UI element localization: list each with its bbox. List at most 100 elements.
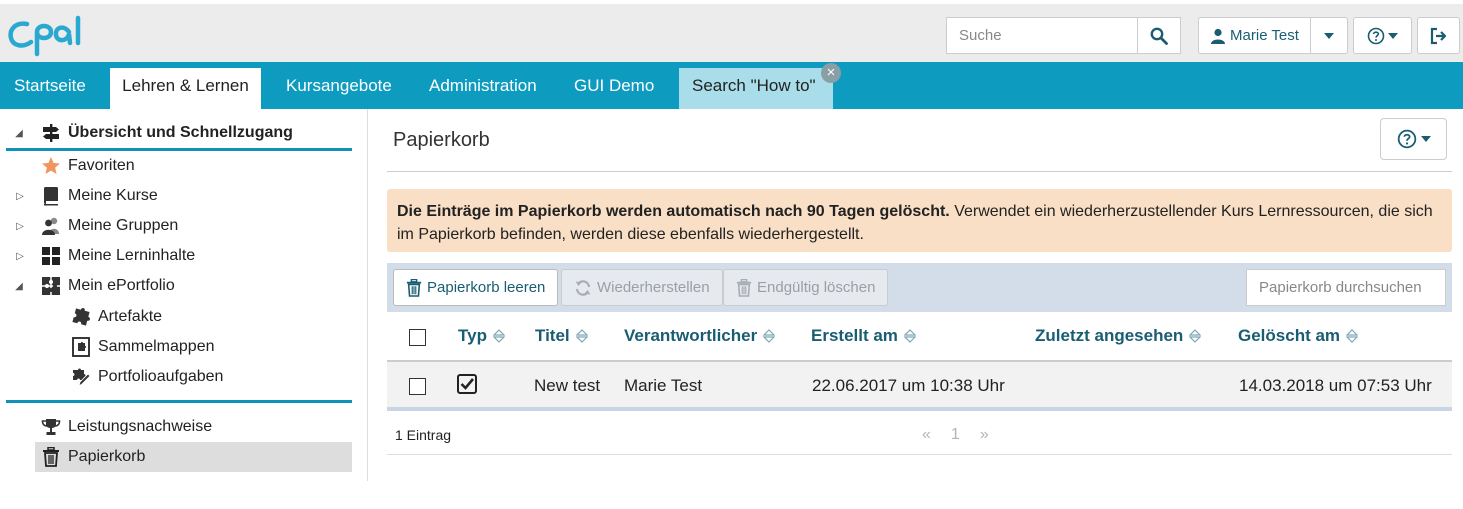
sidebar-item-portfolioaufgaben[interactable]: Portfolioaufgaben	[70, 362, 223, 392]
column-header-zuletzt-angesehen[interactable]: Zuletzt angesehen	[1035, 326, 1202, 346]
user-icon	[1211, 28, 1226, 44]
tab-kursangebote[interactable]: Kursangebote	[272, 68, 406, 109]
empty-trash-button[interactable]: Papierkorb leeren	[393, 269, 559, 306]
restore-label: Wiederherstellen	[597, 279, 710, 296]
restore-button[interactable]: Wiederherstellen	[561, 269, 723, 306]
expand-toggle[interactable]: ▷	[13, 189, 27, 203]
tab-gui-demo[interactable]: GUI Demo	[560, 68, 668, 109]
sidebar-item-meine-kurse[interactable]: Meine Kurse	[40, 181, 158, 211]
column-header-geloescht-am[interactable]: Gelöscht am	[1238, 326, 1359, 346]
cell-owner: Marie Test	[624, 376, 703, 395]
column-label: Zuletzt angesehen	[1035, 326, 1184, 345]
trash-icon	[736, 278, 752, 297]
caret-down-icon	[1324, 32, 1334, 39]
search-input[interactable]	[947, 18, 1138, 53]
sort-icon	[763, 329, 776, 343]
column-label: Titel	[535, 326, 570, 345]
cell-title[interactable]: New test	[534, 376, 600, 396]
sidebar-item-label: Favoriten	[68, 157, 135, 174]
expand-toggle[interactable]: ▷	[13, 249, 27, 263]
select-all-checkbox[interactable]	[409, 329, 426, 346]
table-footer: 1 Eintrag « 1 »	[387, 415, 1452, 455]
column-header-verantwortlicher[interactable]: Verantwortlicher	[624, 326, 776, 346]
sidebar-divider	[6, 400, 352, 403]
sort-icon	[492, 329, 505, 343]
puzzle-grid-icon	[40, 275, 62, 297]
column-label: Erstellt am	[811, 326, 898, 345]
checkbox-course-icon	[457, 374, 477, 399]
sidebar-item-label: Meine Kurse	[68, 187, 158, 204]
delete-permanently-label: Endgültig löschen	[757, 279, 876, 296]
logout-button[interactable]	[1417, 17, 1460, 54]
signpost-icon	[40, 122, 62, 144]
tab-search-how-to[interactable]: Search "How to" ×	[679, 63, 841, 109]
collapse-toggle[interactable]: ◢	[12, 279, 26, 293]
sidebar-section-title: Übersicht und Schnellzugang	[68, 124, 293, 141]
info-alert: Die Einträge im Papierkorb werden automa…	[387, 189, 1452, 252]
main-navigation: Startseite Lehren & Lernen Kursangebote …	[0, 62, 1463, 109]
opal-logo[interactable]	[7, 12, 99, 58]
sidebar-item-leistungsnachweise[interactable]: Leistungsnachweise	[40, 412, 212, 442]
sidebar-item-label: Meine Gruppen	[68, 217, 179, 234]
puzzle-icon	[70, 306, 92, 328]
sidebar-item-label: Mein ePortfolio	[68, 277, 175, 294]
pagination-next[interactable]: »	[980, 426, 989, 444]
sidebar-item-sammelmappen[interactable]: Sammelmappen	[70, 332, 215, 362]
trophy-icon	[40, 416, 62, 438]
caret-down-icon	[1388, 32, 1398, 39]
delete-permanently-button[interactable]: Endgültig löschen	[723, 269, 889, 306]
pagination-prev[interactable]: «	[922, 426, 931, 444]
sidebar-section-overview[interactable]: Übersicht und Schnellzugang	[40, 118, 293, 148]
close-tab-icon[interactable]: ×	[821, 63, 841, 83]
logout-icon	[1430, 27, 1446, 44]
pagination: « 1 »	[922, 426, 989, 444]
sort-icon	[575, 329, 588, 343]
sidebar-item-label: Artefakte	[98, 308, 163, 325]
trash-search-input[interactable]	[1246, 269, 1446, 306]
sidebar-item-meine-gruppen[interactable]: Meine Gruppen	[40, 211, 178, 241]
user-menu-button[interactable]: Marie Test	[1198, 17, 1311, 54]
sidebar-item-label: Papierkorb	[68, 448, 146, 465]
caret-down-icon	[1420, 136, 1431, 142]
binder-icon	[70, 336, 92, 358]
sidebar-item-favoriten[interactable]: Favoriten	[40, 151, 135, 181]
column-label: Verantwortlicher	[624, 326, 758, 345]
pagination-page[interactable]: 1	[951, 426, 960, 444]
grid-icon	[40, 245, 62, 267]
column-label: Gelöscht am	[1238, 326, 1341, 345]
table-toolbar: Papierkorb leeren Wiederherstellen Endgü…	[387, 263, 1452, 312]
tab-startseite[interactable]: Startseite	[0, 68, 100, 109]
collapse-toggle[interactable]: ◢	[12, 126, 26, 140]
page-title: Papierkorb	[393, 129, 490, 151]
column-header-titel[interactable]: Titel	[535, 326, 588, 346]
search-icon	[1150, 27, 1168, 45]
sidebar-item-label: Meine Lerninhalte	[68, 247, 196, 264]
trash-icon	[406, 278, 422, 297]
sidebar-item-mein-eportfolio[interactable]: Mein ePortfolio	[40, 271, 175, 301]
search-button[interactable]	[1138, 18, 1180, 53]
sidebar: ◢ Übersicht und Schnellzugang Favoriten …	[0, 109, 368, 481]
help-menu-button[interactable]	[1353, 17, 1412, 54]
sidebar-item-papierkorb[interactable]: Papierkorb	[35, 442, 352, 472]
column-header-typ[interactable]: Typ	[458, 326, 505, 346]
sort-icon	[1189, 329, 1202, 343]
sidebar-item-label: Sammelmappen	[98, 338, 215, 355]
global-search	[946, 17, 1181, 54]
refresh-icon	[574, 279, 592, 297]
sort-icon	[903, 329, 916, 343]
row-select-checkbox[interactable]	[409, 378, 426, 395]
sidebar-item-meine-lerninhalte[interactable]: Meine Lerninhalte	[40, 241, 195, 271]
tab-lehren-lernen[interactable]: Lehren & Lernen	[110, 68, 261, 109]
book-icon	[40, 185, 62, 207]
sidebar-item-label: Leistungsnachweise	[68, 418, 213, 435]
column-label: Typ	[458, 326, 487, 345]
help-icon	[1397, 129, 1416, 149]
entry-count: 1 Eintrag	[395, 427, 452, 443]
user-dropdown-toggle[interactable]	[1310, 17, 1348, 54]
tab-administration[interactable]: Administration	[415, 68, 551, 109]
expand-toggle[interactable]: ▷	[13, 219, 27, 233]
sidebar-item-artefakte[interactable]: Artefakte	[70, 302, 162, 332]
page-help-button[interactable]	[1380, 118, 1447, 160]
table-row: New test Marie Test 22.06.2017 um 10:38 …	[387, 362, 1452, 411]
column-header-erstellt-am[interactable]: Erstellt am	[811, 326, 916, 346]
